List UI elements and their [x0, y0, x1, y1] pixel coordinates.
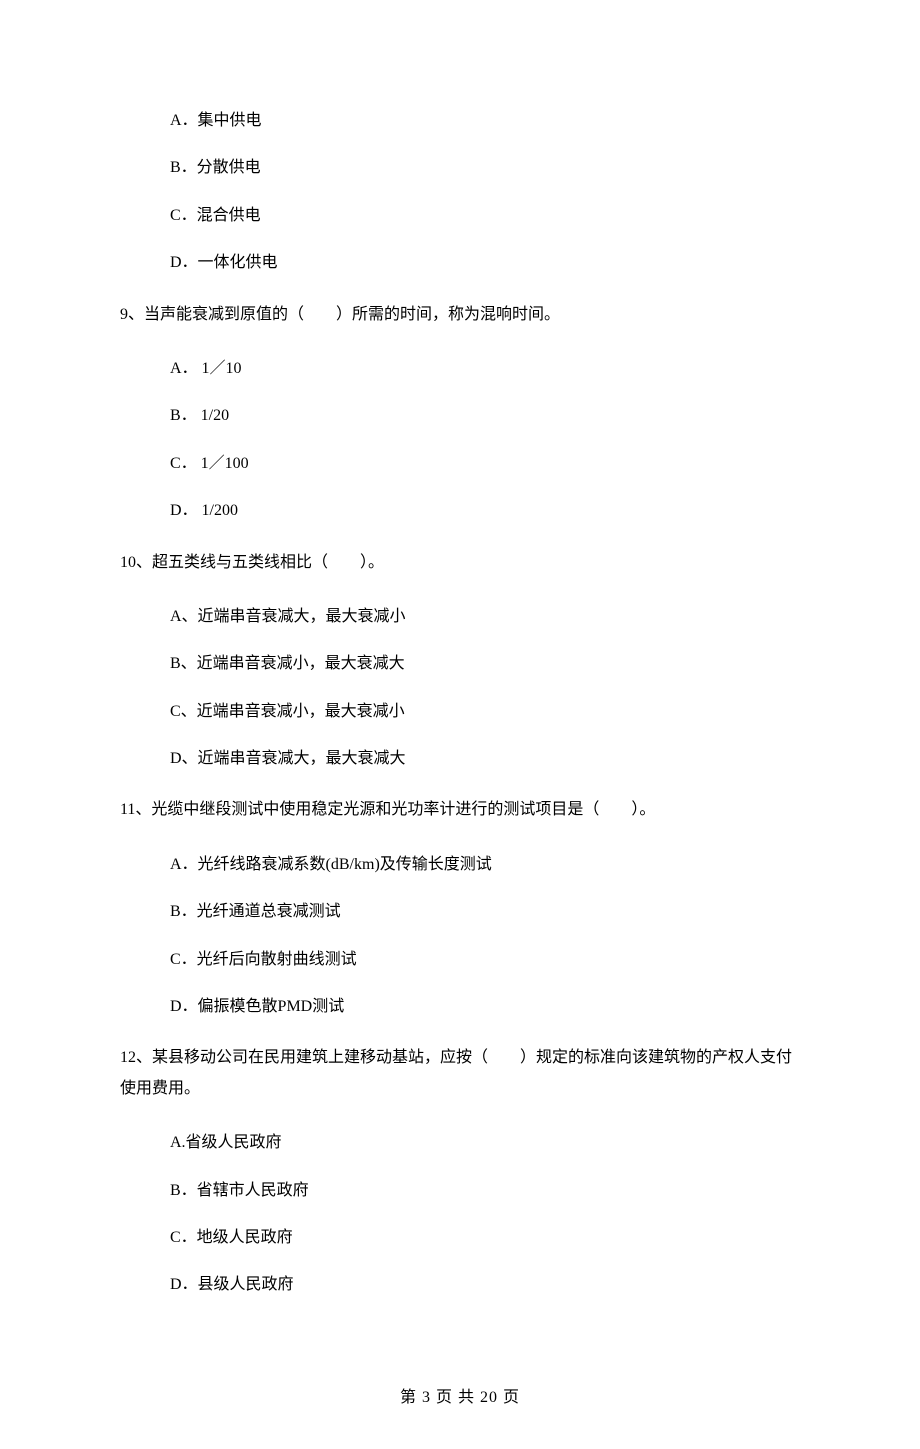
q10-option-a: A、近端串音衰减大，最大衰减小	[170, 606, 800, 628]
q9-option-c: C． 1／100	[170, 453, 800, 475]
q8-option-a: A．集中供电	[170, 110, 800, 132]
q12-option-b: B．省辖市人民政府	[170, 1180, 800, 1202]
q11-option-d: D．偏振模色散PMD测试	[170, 996, 800, 1018]
q11-stem: 11、光缆中继段测试中使用稳定光源和光功率计进行的测试项目是（ ）。	[120, 795, 800, 825]
q10-option-c: C、近端串音衰减小，最大衰减小	[170, 701, 800, 723]
q11-option-c: C．光纤后向散射曲线测试	[170, 949, 800, 971]
q12-stem: 12、某县移动公司在民用建筑上建移动基站，应按（ ）规定的标准向该建筑物的产权人…	[120, 1043, 800, 1104]
q8-option-c: C．混合供电	[170, 205, 800, 227]
q9-stem: 9、当声能衰减到原值的（ ）所需的时间，称为混响时间。	[120, 300, 800, 330]
q9-option-d: D． 1/200	[170, 500, 800, 522]
q9-option-b: B． 1/20	[170, 405, 800, 427]
q9-option-a: A． 1／10	[170, 358, 800, 380]
q10-stem: 10、超五类线与五类线相比（ ）。	[120, 548, 800, 578]
q12-option-a: A.省级人民政府	[170, 1132, 800, 1154]
q12-option-c: C．地级人民政府	[170, 1227, 800, 1249]
q8-option-d: D．一体化供电	[170, 252, 800, 274]
q10-option-d: D、近端串音衰减大，最大衰减大	[170, 748, 800, 770]
q11-option-b: B．光纤通道总衰减测试	[170, 901, 800, 923]
q11-option-a: A．光纤线路衰减系数(dB/km)及传输长度测试	[170, 854, 800, 876]
q12-option-d: D．县级人民政府	[170, 1274, 800, 1296]
q10-option-b: B、近端串音衰减小，最大衰减大	[170, 653, 800, 675]
page-footer: 第 3 页 共 20 页	[120, 1387, 800, 1409]
q8-option-b: B．分散供电	[170, 157, 800, 179]
document-page: A．集中供电 B．分散供电 C．混合供电 D．一体化供电 9、当声能衰减到原值的…	[0, 0, 920, 1449]
